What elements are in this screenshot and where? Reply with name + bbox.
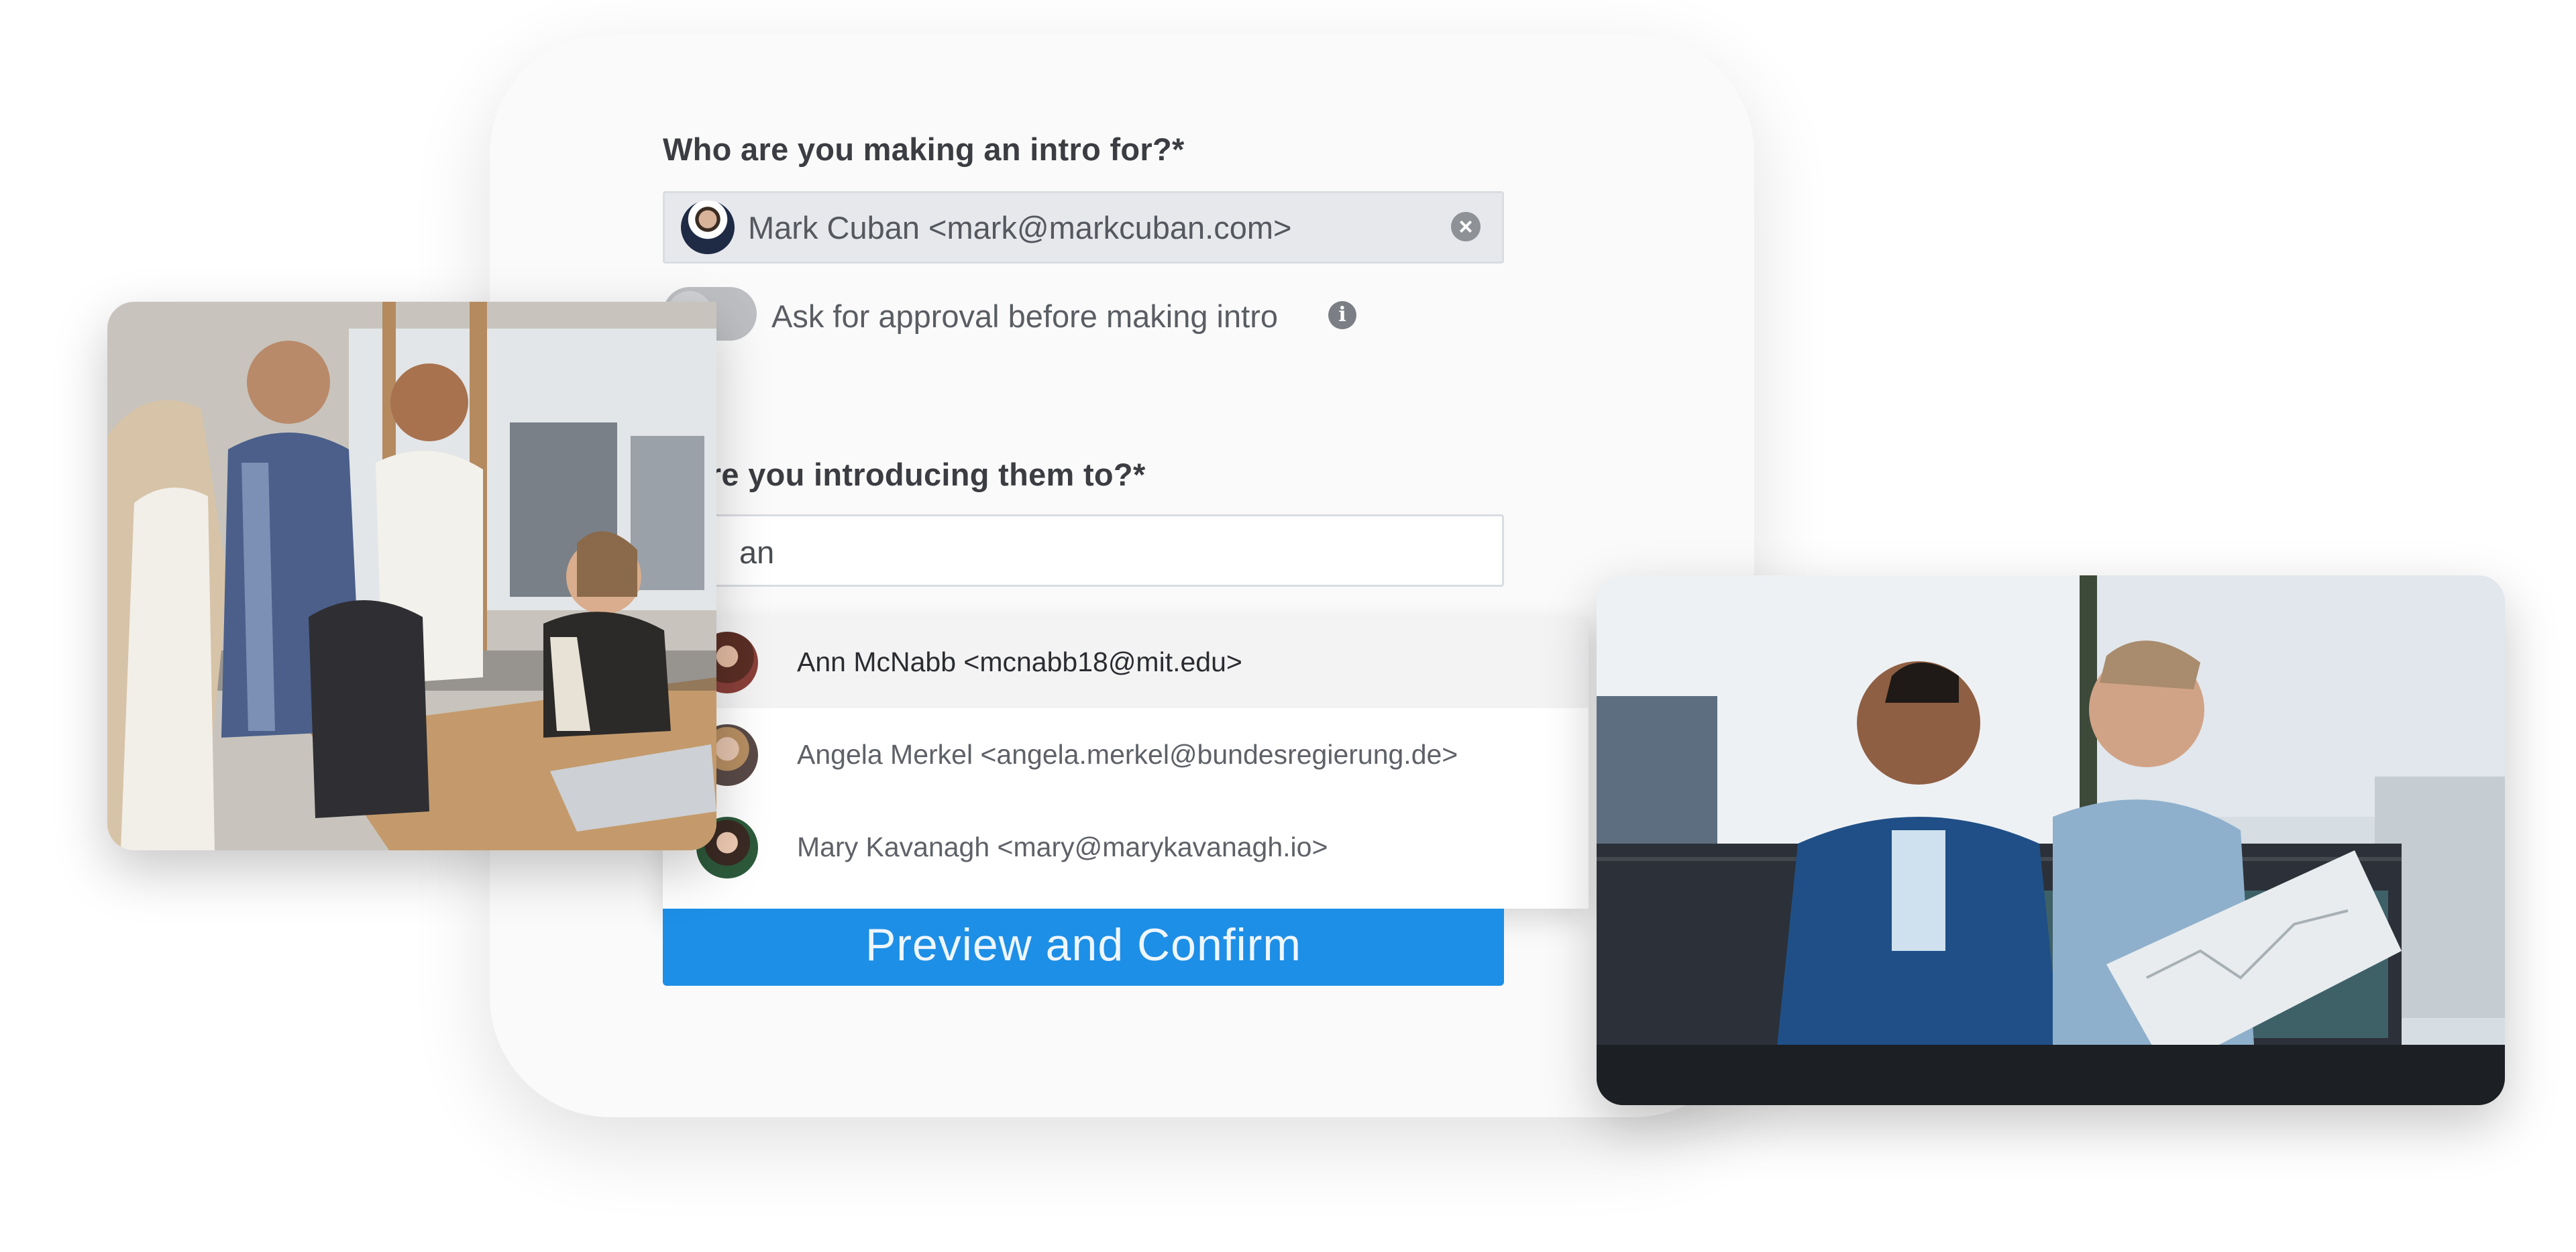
suggestion-label: Angela Merkel <angela.merkel@bundesregie… (797, 739, 1458, 770)
clear-icon[interactable]: × (1451, 212, 1481, 241)
suggestion-dropdown: Ann McNabb <mcnabb18@mit.edu> Angela Mer… (663, 617, 1589, 909)
introducing-to-label: o are you introducing them to?* (663, 457, 1146, 492)
info-icon[interactable]: i (1328, 301, 1356, 329)
team-meeting-photo (107, 302, 716, 850)
selected-contact: Mark Cuban <mark@markcuban.com> (748, 210, 1292, 245)
preview-confirm-button[interactable]: Preview and Confirm (663, 909, 1504, 986)
mark-cuban-avatar (681, 201, 735, 254)
team-meeting-illustration (107, 302, 716, 850)
suggestion-label: Mary Kavanagh <mary@marykavanagh.io> (797, 832, 1328, 862)
suggestion-item[interactable]: Ann McNabb <mcnabb18@mit.edu> (663, 617, 1589, 708)
suggestion-item[interactable]: Mary Kavanagh <mary@marykavanagh.io> (663, 802, 1589, 893)
suggestion-item[interactable]: Angela Merkel <angela.merkel@bundesregie… (663, 709, 1589, 801)
recipient-search-input[interactable] (663, 514, 1504, 587)
marketing-composition: Who are you making an intro for?* Mark C… (0, 0, 2576, 1252)
colleagues-laptop-illustration (1597, 575, 2505, 1105)
colleagues-laptop-photo (1597, 575, 2505, 1105)
intro-for-label: Who are you making an intro for?* (663, 131, 1185, 167)
approval-label: Ask for approval before making intro (771, 298, 1278, 334)
search-value: an (739, 534, 775, 570)
suggestion-label: Ann McNabb <mcnabb18@mit.edu> (797, 646, 1242, 677)
